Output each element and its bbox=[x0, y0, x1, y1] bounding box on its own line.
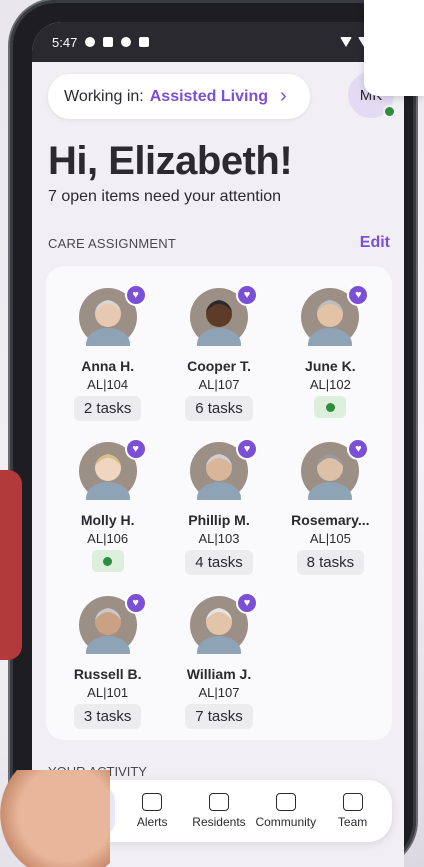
heart-icon: ♥ bbox=[235, 592, 258, 614]
notification-card bbox=[364, 0, 424, 96]
resident-room: AL|107 bbox=[198, 377, 240, 392]
gallery-icon bbox=[139, 37, 150, 47]
heart-icon: ♥ bbox=[235, 438, 258, 460]
resident-room: AL|101 bbox=[87, 685, 129, 700]
chevron-right-icon: › bbox=[279, 85, 287, 107]
resident-name: Russell B. bbox=[73, 666, 142, 682]
heart-icon: ♥ bbox=[347, 284, 370, 306]
resident-room: AL|106 bbox=[87, 531, 129, 546]
care-assignment-grid: ♥ Anna H. AL|104 2 tasks ♥ Cooper T. AL|107 6 t… bbox=[46, 266, 392, 740]
nav-item-team[interactable]: Team bbox=[323, 793, 383, 829]
resident-photo: ♥ bbox=[78, 592, 147, 668]
resident-name: June K. bbox=[305, 358, 356, 374]
phone-icon bbox=[103, 37, 114, 47]
resident-photo: ♥ bbox=[301, 438, 370, 514]
resident-card[interactable]: ♥ Phillip M. AL|103 4 tasks bbox=[163, 438, 274, 576]
resident-card[interactable]: ♥ Molly H. AL|106 bbox=[52, 438, 163, 576]
nav-label: Team bbox=[337, 815, 368, 829]
resident-room: AL|104 bbox=[87, 377, 129, 392]
resident-name: Molly H. bbox=[80, 512, 135, 528]
resident-photo: ♥ bbox=[78, 284, 147, 360]
nav-item-residents[interactable]: Residents bbox=[189, 793, 249, 829]
status-time: 5:47 bbox=[52, 34, 78, 50]
task-count-badge: 6 tasks bbox=[185, 396, 253, 421]
working-in-label: Working in: bbox=[64, 87, 144, 105]
heart-icon: ♥ bbox=[124, 438, 147, 460]
check-icon bbox=[314, 396, 347, 418]
location-selector[interactable]: Working in: Assisted Living › bbox=[48, 74, 310, 119]
resident-room: AL|105 bbox=[309, 531, 351, 546]
check-icon bbox=[91, 550, 124, 572]
greeting: Hi, Elizabeth! 7 open items need your at… bbox=[32, 119, 404, 206]
resident-card[interactable]: ♥ Russell B. AL|101 3 tasks bbox=[52, 592, 163, 730]
nav-label: Residents bbox=[192, 815, 246, 829]
resident-photo: ♥ bbox=[301, 284, 370, 360]
task-count-badge: 8 tasks bbox=[296, 550, 365, 575]
hand-decoration bbox=[0, 470, 22, 660]
resident-card[interactable]: ♥ Cooper T. AL|107 6 tasks bbox=[163, 284, 274, 422]
heart-icon: ♥ bbox=[124, 592, 147, 614]
residents-icon bbox=[208, 793, 229, 811]
resident-photo: ♥ bbox=[189, 592, 258, 668]
resident-card[interactable]: ♥ Anna H. AL|104 2 tasks bbox=[52, 284, 163, 422]
resident-room: AL|107 bbox=[198, 685, 240, 700]
task-count-badge: 4 tasks bbox=[185, 550, 253, 575]
heart-icon: ♥ bbox=[124, 284, 147, 306]
phone-frame: 5:47 Working in: Assisted Living › MK Hi… bbox=[10, 0, 416, 867]
nav-item-alerts[interactable]: Alerts bbox=[122, 793, 182, 829]
resident-photo: ♥ bbox=[189, 284, 258, 360]
location-name: Assisted Living bbox=[149, 87, 268, 105]
resident-name: Anna H. bbox=[81, 358, 135, 374]
app-screen: 5:47 Working in: Assisted Living › MK Hi… bbox=[32, 22, 404, 867]
section-label: CARE ASSIGNMENT bbox=[48, 235, 176, 251]
resident-photo: ♥ bbox=[78, 438, 147, 514]
team-icon bbox=[342, 793, 363, 811]
task-count-badge: 3 tasks bbox=[73, 704, 142, 729]
resident-name: Cooper T. bbox=[187, 358, 251, 374]
edit-button[interactable]: Edit bbox=[360, 234, 390, 252]
resident-photo: ♥ bbox=[189, 438, 258, 514]
nav-item-community[interactable]: Community bbox=[255, 793, 317, 829]
online-status-dot bbox=[383, 105, 396, 118]
wifi-icon bbox=[340, 37, 352, 47]
building-icon bbox=[275, 793, 296, 811]
chat-icon bbox=[85, 37, 96, 47]
heart-icon: ♥ bbox=[347, 438, 370, 460]
greeting-title: Hi, Elizabeth! bbox=[48, 139, 293, 183]
resident-card[interactable]: ♥ Rosemary... AL|105 8 tasks bbox=[275, 438, 386, 576]
resident-name: Rosemary... bbox=[291, 512, 370, 528]
greeting-subtitle: 7 open items need your attention bbox=[48, 188, 282, 205]
resident-room: AL|103 bbox=[198, 531, 240, 546]
heart-icon: ♥ bbox=[235, 284, 258, 306]
resident-name: Phillip M. bbox=[188, 512, 250, 528]
resident-room: AL|102 bbox=[309, 377, 351, 392]
nav-label: Alerts bbox=[136, 815, 168, 829]
task-count-badge: 7 tasks bbox=[185, 704, 253, 729]
nav-label: Community bbox=[255, 815, 317, 829]
header: Working in: Assisted Living › MK bbox=[32, 62, 404, 119]
care-assignment-header: CARE ASSIGNMENT Edit bbox=[32, 206, 404, 252]
resident-name: William J. bbox=[186, 666, 252, 682]
resident-card[interactable]: ♥ June K. AL|102 bbox=[275, 284, 386, 422]
alert-icon bbox=[142, 793, 163, 811]
status-bar: 5:47 bbox=[32, 22, 404, 62]
shield-icon bbox=[121, 37, 132, 47]
task-count-badge: 2 tasks bbox=[73, 396, 142, 421]
finger-decoration bbox=[0, 770, 110, 867]
resident-card[interactable]: ♥ William J. AL|107 7 tasks bbox=[163, 592, 274, 730]
